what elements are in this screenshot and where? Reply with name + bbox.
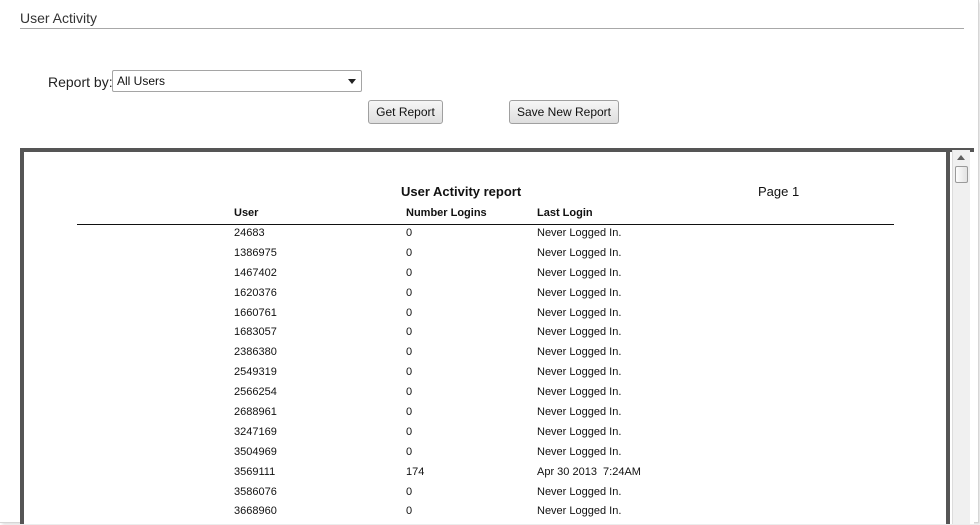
column-header-last-login: Last Login	[537, 207, 593, 219]
cell-user: 24683	[234, 227, 265, 239]
cell-number-logins: 0	[406, 266, 413, 279]
cell-last-login: Apr 30 2013 7:24AM	[537, 465, 641, 478]
table-row: 3504969 0 Never Logged In.	[0, 446, 940, 466]
cell-last-login: Never Logged In.	[537, 406, 622, 419]
report-viewer-border	[946, 152, 950, 524]
cell-number-logins: 0	[406, 227, 413, 239]
cell-number-logins: 0	[406, 505, 413, 518]
scrollbar-thumb[interactable]	[955, 166, 968, 183]
cell-last-login: Never Logged In.	[537, 445, 622, 458]
page-title: User Activity	[20, 10, 98, 26]
cell-number-logins: 0	[406, 326, 413, 339]
cell-last-login: Never Logged In.	[537, 386, 622, 399]
cell-last-login: Never Logged In.	[537, 246, 622, 259]
cell-last-login: Never Logged In.	[537, 227, 622, 239]
cell-user: 1683057	[234, 326, 277, 339]
cell-user: 3668960	[234, 505, 277, 518]
table-row: 1467402 0 Never Logged In.	[0, 267, 940, 287]
report-title: User Activity report	[401, 184, 522, 199]
table-row: 1660761 0 Never Logged In.	[0, 307, 940, 327]
cell-number-logins: 0	[406, 346, 413, 359]
column-header-user: User	[234, 207, 259, 219]
get-report-button[interactable]: Get Report	[368, 100, 443, 124]
table-row: 24683 0 Never Logged In.	[0, 227, 940, 247]
table-row: 2549319 0 Never Logged In.	[0, 366, 940, 386]
cell-number-logins: 0	[406, 445, 413, 458]
cell-user: 1660761	[234, 306, 277, 319]
save-new-report-button[interactable]: Save New Report	[509, 100, 619, 124]
cell-user: 2386380	[234, 346, 277, 359]
report-by-selected-value: All Users	[117, 74, 166, 88]
table-row: 3247169 0 Never Logged In.	[0, 426, 940, 446]
cell-number-logins: 0	[406, 286, 413, 299]
report-by-select[interactable]: All Users	[112, 70, 362, 92]
table-row: 1683057 0 Never Logged In.	[0, 326, 940, 346]
cell-last-login: Never Logged In.	[537, 326, 622, 339]
cell-user: 1467402	[234, 266, 277, 279]
cell-last-login: Never Logged In.	[537, 425, 622, 438]
cell-user: 1620376	[234, 286, 277, 299]
cell-number-logins: 0	[406, 366, 413, 379]
table-row: 3668960 0 Never Logged In.	[0, 505, 940, 525]
cell-number-logins: 0	[406, 425, 413, 438]
cell-user: 2566254	[234, 386, 277, 399]
column-header-number-logins: Number Logins	[406, 207, 487, 219]
table-row: 2566254 0 Never Logged In.	[0, 386, 940, 406]
table-row: 2386380 0 Never Logged In.	[0, 346, 940, 366]
cell-user: 3247169	[234, 425, 277, 438]
chevron-down-icon	[348, 79, 356, 84]
table-row: 1386975 0 Never Logged In.	[0, 247, 940, 267]
report-table-body: 24683 0 Never Logged In. 1386975 0 Never Logg…	[0, 227, 940, 525]
cell-number-logins: 0	[406, 306, 413, 319]
report-page-number: Page 1	[758, 184, 800, 199]
cell-number-logins: 0	[406, 485, 413, 498]
scroll-up-arrow-icon[interactable]	[957, 155, 965, 160]
cell-user: 2688961	[234, 406, 277, 419]
cell-number-logins: 0	[406, 406, 413, 419]
title-divider	[20, 28, 964, 29]
table-row: 3586076 0 Never Logged In.	[0, 486, 940, 506]
cell-last-login: Never Logged In.	[537, 266, 622, 279]
table-row: 3569111 174 Apr 30 2013 7:24AM	[0, 466, 940, 486]
report-by-label: Report by:	[48, 74, 113, 90]
cell-number-logins: 0	[406, 246, 413, 259]
cell-last-login: Never Logged In.	[537, 366, 622, 379]
user-activity-page: User Activity Report by: All Users Get R…	[0, 0, 979, 525]
cell-number-logins: 174	[406, 465, 425, 478]
cell-last-login: Never Logged In.	[537, 306, 622, 319]
cell-number-logins: 0	[406, 386, 413, 399]
cell-user: 3586076	[234, 485, 277, 498]
cell-last-login: Never Logged In.	[537, 346, 622, 359]
cell-last-login: Never Logged In.	[537, 485, 622, 498]
table-row: 1620376 0 Never Logged In.	[0, 287, 940, 307]
cell-user: 1386975	[234, 246, 277, 259]
cell-user: 3569111	[234, 465, 276, 478]
cell-user: 3504969	[234, 445, 277, 458]
cell-last-login: Never Logged In.	[537, 505, 622, 518]
cell-last-login: Never Logged In.	[537, 286, 622, 299]
cell-user: 2549319	[234, 366, 277, 379]
report-scrollbar[interactable]	[952, 150, 970, 524]
report-header-divider	[77, 224, 894, 225]
table-row: 2688961 0 Never Logged In.	[0, 406, 940, 426]
